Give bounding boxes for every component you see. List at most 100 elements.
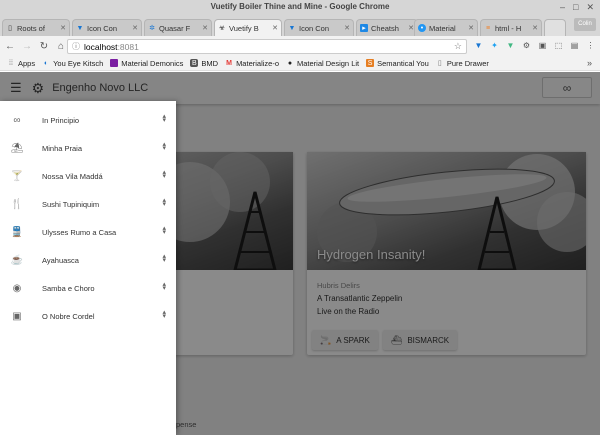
browser-tab[interactable]: ≡ html - H ✕ — [480, 19, 542, 36]
menu-dots-icon[interactable]: ⋮ — [585, 40, 596, 51]
expand-toggle-icon: ▴ ▾ — [162, 225, 166, 236]
drawer-item-label: Minha Praia — [42, 143, 83, 153]
drawer-item-label: Samba e Choro — [42, 283, 95, 293]
tab-title: Vuetify B — [229, 23, 259, 33]
drawer-item-label: In Principio — [42, 115, 80, 125]
tab-title: Roots of — [17, 23, 45, 33]
bookmark-apps[interactable]: ⁞⁞ Apps — [7, 59, 35, 68]
vuetify-extension-icon[interactable]: ▼ — [473, 40, 484, 51]
bookmark-label: Pure Drawer — [446, 58, 489, 68]
bookmark-label: Material Design Lit — [297, 58, 360, 68]
info-icon[interactable]: ⓘ — [72, 41, 80, 52]
profile-button[interactable]: Colin — [574, 18, 596, 31]
quasar-icon: ✲ — [149, 25, 155, 32]
drawer-item-o-nobre-cordel[interactable]: ▣ O Nobre Cordel ▴ ▾ — [0, 302, 176, 330]
drawer-item-minha-praia[interactable]: ⛱ Minha Praia ▴ ▾ — [0, 134, 176, 162]
bookmark-item[interactable]: B BMD — [190, 59, 218, 68]
tab-close-icon[interactable]: ✕ — [272, 24, 278, 32]
maximize-icon[interactable]: □ — [573, 0, 578, 14]
drawer-item-ayahuasca[interactable]: ☕ Ayahuasca ▴ ▾ — [0, 246, 176, 274]
bookmarks-bar: ⁞⁞ Apps ◐ You Eye Kitsch Material Demoni… — [0, 56, 600, 71]
expand-toggle-icon: ▴ ▾ — [162, 281, 166, 292]
drawer-item-sushi-tupiniquim[interactable]: 🍴 Sushi Tupiniquim ▴ ▾ — [0, 190, 176, 218]
drawer-item-samba-e-choro[interactable]: ◉ Samba e Choro ▴ ▾ — [0, 274, 176, 302]
restaurant-icon: 🍴 — [10, 198, 24, 210]
twitter-icon[interactable]: ✦ — [489, 40, 500, 51]
tab-title: Icon Con — [87, 23, 118, 33]
browser-tab[interactable]: ✲ Quasar F ✕ — [144, 19, 212, 36]
materialize-icon: M — [226, 59, 232, 67]
gear-extension-icon[interactable]: ⚙ — [521, 40, 532, 51]
drawer-item-label: O Nobre Cordel — [42, 311, 95, 321]
vue-devtools-icon[interactable]: ▼ — [505, 40, 516, 51]
expand-toggle-icon: ▴ ▾ — [162, 197, 166, 208]
tab-title: Icon Con — [299, 23, 330, 33]
material-icon: • — [418, 24, 426, 32]
expand-toggle-icon: ▴ ▾ — [162, 141, 166, 152]
bookmark-item[interactable]: ▯ Pure Drawer — [436, 59, 489, 68]
reload-icon[interactable]: ↻ — [37, 39, 51, 53]
navigation-drawer: ∞ In Principio ▴ ▾ ⛱ Minha Praia ▴ ▾ 🍸 Nos… — [0, 101, 176, 435]
browser-tab[interactable]: • Material ✕ — [414, 19, 478, 36]
home-icon[interactable]: ⌂ — [54, 39, 68, 53]
bookmarks-overflow-icon[interactable]: » — [587, 58, 592, 68]
bookmark-label: Apps — [18, 58, 36, 68]
train-icon: 🚆 — [10, 226, 24, 238]
vuetify-icon: ▼ — [288, 24, 296, 32]
browser-tab[interactable]: ▯ Roots of ✕ — [2, 19, 70, 36]
app-viewport: ☰ ⚙ Engenho Novo LLC ∞ Hydrogen Insanity… — [0, 72, 600, 435]
new-tab-button[interactable] — [544, 19, 566, 36]
apps-grid-icon: ⁞⁞ — [9, 59, 13, 67]
tab-close-icon[interactable]: ✕ — [468, 24, 474, 32]
bookmark-label: Semantical You — [377, 58, 429, 68]
vuetify-icon: ▼ — [76, 24, 84, 32]
bookmark-item[interactable]: S Semantical You — [366, 59, 429, 68]
browser-tab[interactable]: ▼ Icon Con ✕ — [72, 19, 142, 36]
bookmark-star-icon[interactable]: ☆ — [454, 41, 462, 52]
github-icon: ● — [287, 59, 293, 67]
bookmark-item[interactable]: ◐ You Eye Kitsch — [42, 59, 103, 68]
browser-tab-active[interactable]: ☣ Vuetify B ✕ — [214, 19, 282, 36]
back-arrow-icon[interactable]: ← — [3, 39, 17, 53]
address-bar[interactable]: ⓘ localhost :8081 ☆ — [67, 39, 467, 54]
bookmark-item[interactable]: M Materialize-o — [225, 59, 279, 68]
drawer-item-label: Ulysses Rumo a Casa — [42, 227, 117, 237]
browser-toolbar: ← → ↻ ⌂ ⓘ localhost :8081 ☆ ▼ ✦ ▼ ⚙ ▣ ⬚ … — [0, 36, 600, 56]
window-controls: – □ ✕ — [560, 0, 594, 14]
tab-close-icon[interactable]: ✕ — [60, 24, 66, 32]
url-host: localhost — [84, 41, 118, 52]
tab-close-icon[interactable]: ✕ — [344, 24, 350, 32]
beach-icon: ⛱ — [10, 142, 24, 154]
document-extension-icon[interactable]: ▤ — [569, 40, 580, 51]
browser-tab[interactable]: ▸ Cheatsh ✕ — [356, 19, 418, 36]
tab-title: Cheatsh — [371, 23, 399, 33]
minimize-icon[interactable]: – — [560, 0, 565, 14]
forward-arrow-icon[interactable]: → — [20, 39, 34, 53]
drawer-item-in-principio[interactable]: ∞ In Principio ▴ ▾ — [0, 106, 176, 134]
tab-close-icon[interactable]: ✕ — [532, 24, 538, 32]
tab-close-icon[interactable]: ✕ — [132, 24, 138, 32]
cocktail-icon: 🍸 — [10, 170, 24, 182]
tab-title: Quasar F — [159, 23, 191, 33]
page-icon: ▯ — [8, 25, 12, 32]
drawer-item-ulysses-rumo-a-casa[interactable]: 🚆 Ulysses Rumo a Casa ▴ ▾ — [0, 218, 176, 246]
infinity-icon: ∞ — [13, 114, 21, 126]
bookmark-item[interactable]: ● Material Design Lit — [286, 59, 359, 68]
biohazard-icon: ☣ — [218, 25, 226, 32]
bookmark-item[interactable]: Material Demonics — [110, 59, 183, 68]
frame-extension-icon[interactable]: ⬚ — [553, 40, 564, 51]
semantic-icon: S — [366, 59, 375, 67]
drawer-item-label: Nossa Vila Maddá — [42, 171, 103, 181]
disc-icon: ◉ — [12, 282, 22, 294]
bookmark-label: Material Demonics — [121, 58, 184, 68]
drawer-item-label: Sushi Tupiniquim — [42, 199, 100, 209]
extension-icons: ▼ ✦ ▼ ⚙ ▣ ⬚ ▤ ⋮ — [473, 40, 596, 51]
drawer-item-nossa-vila-madda[interactable]: 🍸 Nossa Vila Maddá ▴ ▾ — [0, 162, 176, 190]
cheatsheet-icon: ▸ — [360, 24, 368, 32]
tab-title: Material — [429, 23, 456, 33]
bookmark-label: Materialize-o — [236, 58, 279, 68]
box-extension-icon[interactable]: ▣ — [537, 40, 548, 51]
close-icon[interactable]: ✕ — [586, 0, 594, 14]
tab-close-icon[interactable]: ✕ — [202, 24, 208, 32]
browser-tab[interactable]: ▼ Icon Con ✕ — [284, 19, 354, 36]
